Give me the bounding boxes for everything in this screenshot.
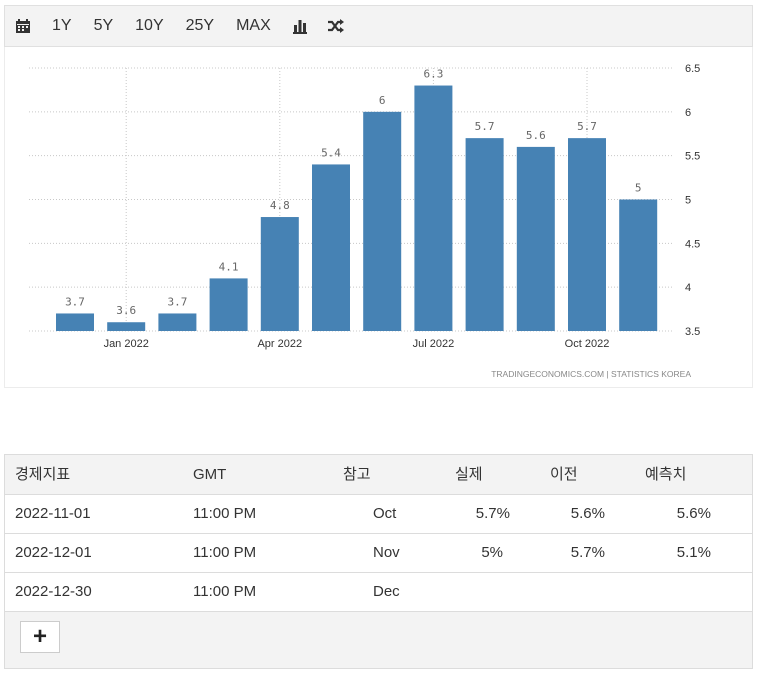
bar-chart: 3.7 3.6 3.7 4.1 4.8 5.4 6 6.3 5.7 5.6 5.7 5 3.5 4 4.5… [29, 63, 700, 379]
calendar-table: 경제지표 GMT 참고 실제 이전 예측치 2022-11-01 11:00 P… [4, 454, 753, 669]
table-row: 2022-11-01 11:00 PM Oct 5.7% 5.6% 5.6% [5, 495, 752, 534]
bar-value-label: 5.4 [321, 146, 341, 159]
x-tick-label: Jan 2022 [104, 338, 149, 350]
bar-value-label: 3.7 [167, 295, 187, 308]
row-date: 2022-12-30 [15, 583, 92, 600]
y-tick-label: 4 [685, 282, 691, 294]
table-row: 2022-12-30 11:00 PM Dec [5, 573, 752, 612]
row-actual: 5.7% [475, 505, 510, 522]
header-reference: 참고 [343, 466, 371, 483]
bar [619, 199, 658, 331]
row-previous: 5.7% [570, 544, 605, 561]
y-tick-label: 4.5 [685, 238, 700, 250]
bar [56, 313, 94, 331]
plus-icon: + [32, 623, 47, 650]
header-actual: 실제 [455, 466, 483, 483]
x-tick-label: Jul 2022 [413, 338, 455, 350]
bar-value-label: 4.1 [219, 260, 239, 273]
bar [312, 164, 350, 331]
header-gmt: GMT [193, 466, 227, 483]
add-button[interactable]: + [20, 621, 60, 653]
y-tick-label: 6.5 [685, 63, 700, 75]
bar-value-label: 3.6 [116, 304, 136, 317]
row-time: 11:00 PM [193, 544, 257, 561]
row-forecast: 5.6% [676, 505, 711, 522]
bar-value-label: 6.3 [423, 68, 443, 81]
row-reference: Oct [373, 505, 397, 522]
row-date: 2022-12-01 [15, 544, 92, 561]
bar [260, 217, 299, 331]
bar [414, 85, 453, 332]
bar [107, 322, 146, 331]
chart-container: 3.7 3.6 3.7 4.1 4.8 5.4 6 6.3 5.7 5.6 5.7 5 3.5 4 4.5… [4, 47, 753, 388]
bar-value-label: 5.6 [526, 129, 546, 142]
header-previous: 이전 [550, 466, 578, 483]
y-tick-label: 3.5 [685, 326, 700, 338]
row-time: 11:00 PM [193, 583, 257, 600]
row-forecast: 5.1% [676, 544, 711, 561]
x-tick-label: Oct 2022 [565, 338, 610, 350]
bar-value-label: 4.8 [270, 199, 290, 212]
header-forecast: 예측치 [645, 466, 687, 483]
bar-value-label: 3.7 [65, 295, 85, 308]
table-row: 2022-12-01 11:00 PM Nov 5% 5.7% 5.1% [5, 534, 752, 573]
table-header-row: 경제지표 GMT 참고 실제 이전 예측치 [5, 455, 752, 495]
bar-value-label: 5.7 [577, 120, 597, 133]
row-time: 11:00 PM [193, 505, 257, 522]
row-actual: 5% [481, 544, 503, 561]
bar-value-label: 5 [635, 182, 642, 195]
bar-value-label: 6 [379, 94, 386, 107]
y-tick-label: 5 [685, 195, 691, 207]
y-tick-label: 5.5 [685, 151, 700, 163]
bar [568, 138, 606, 331]
bar [363, 111, 402, 331]
header-indicator: 경제지표 [15, 466, 71, 483]
bar [516, 146, 555, 331]
bar [209, 278, 248, 331]
bar [465, 138, 504, 331]
table-footer: + [5, 612, 752, 668]
y-tick-label: 6 [685, 107, 691, 119]
row-reference: Dec [373, 583, 400, 600]
bar-value-label: 5.7 [475, 120, 495, 133]
bar [158, 313, 197, 331]
row-date: 2022-11-01 [15, 505, 91, 522]
x-tick-label: Apr 2022 [257, 338, 302, 350]
row-reference: Nov [373, 544, 400, 561]
chart-source-credit: TRADINGECONOMICS.COM | STATISTICS KOREA [491, 369, 691, 379]
row-previous: 5.6% [570, 505, 605, 522]
